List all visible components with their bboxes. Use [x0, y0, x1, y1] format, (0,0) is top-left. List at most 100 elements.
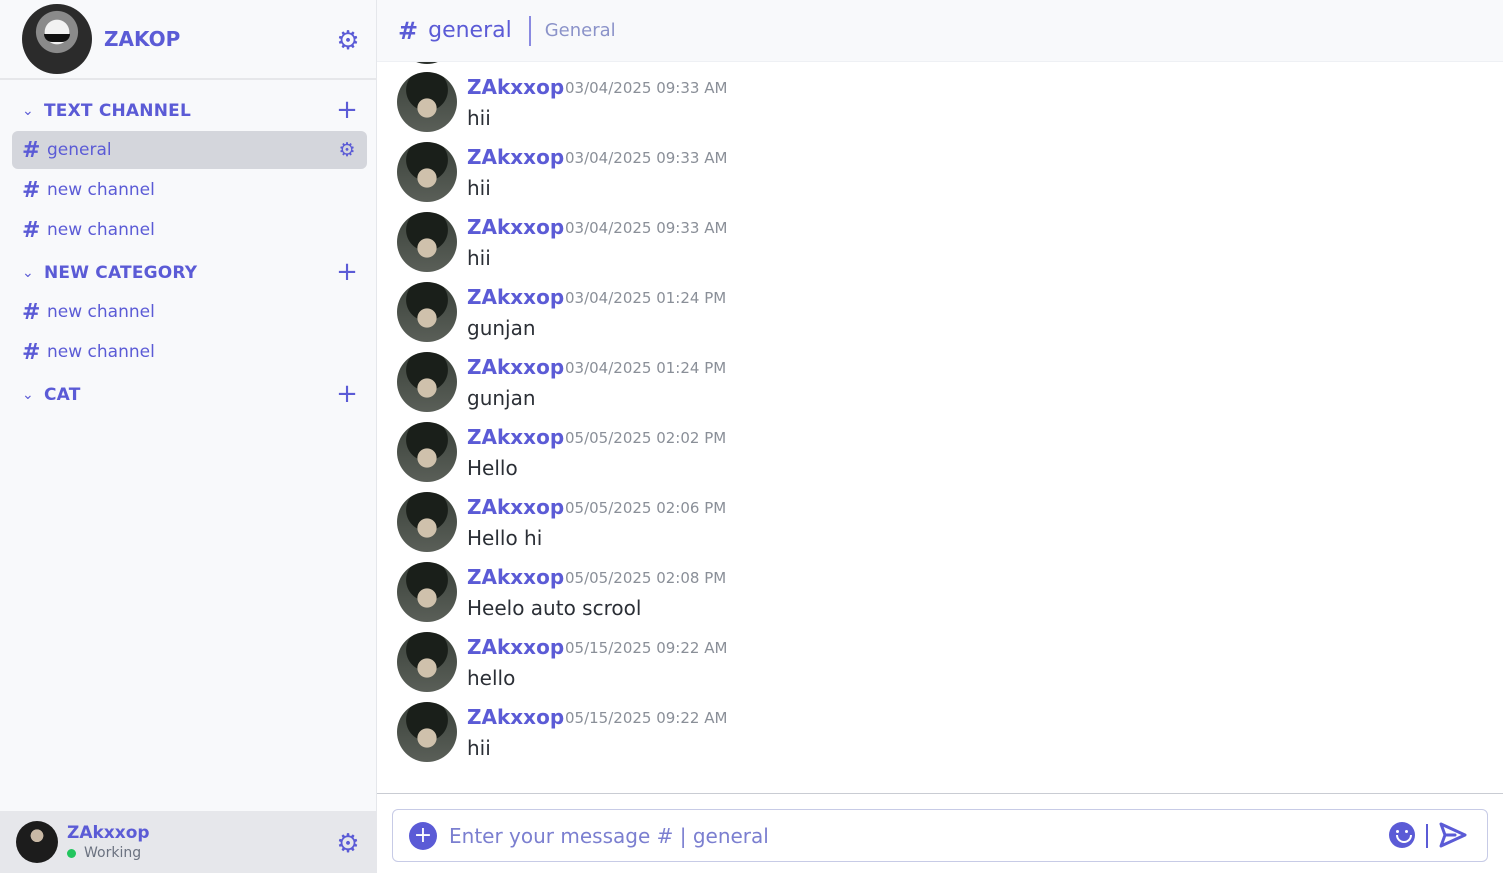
channel-label: new channel: [47, 220, 155, 240]
channel-item-new-channel[interactable]: # new channel: [12, 333, 367, 371]
message-timestamp: 05/05/2025 02:06 PM: [565, 499, 727, 517]
message-text: hii: [467, 246, 491, 270]
avatar[interactable]: [397, 492, 457, 552]
message-text: hii: [467, 176, 491, 200]
smile-icon[interactable]: [1389, 822, 1415, 848]
message-item: ZAkxxop 05/05/2025 02:06 PM Hello hi: [397, 482, 1477, 552]
channel-settings-gear-icon[interactable]: ⚙: [337, 140, 357, 160]
category-label: TEXT CHANNEL: [44, 101, 191, 121]
chevron-down-icon[interactable]: ⌄: [22, 103, 40, 119]
category-label: NEW CATEGORY: [44, 263, 198, 283]
add-channel-plus-icon[interactable]: +: [336, 380, 358, 410]
channel-item-new-channel[interactable]: # new channel: [12, 211, 367, 249]
channel-topic: General: [544, 20, 616, 41]
message-timestamp: 05/05/2025 02:08 PM: [565, 569, 727, 587]
status-dot-icon: [67, 848, 76, 858]
message-item: ZAkxxop 03/04/2025 09:33 AM hii: [397, 202, 1477, 272]
message-author[interactable]: ZAkxxop: [467, 495, 564, 519]
message-author[interactable]: ZAkxxop: [467, 425, 564, 449]
avatar[interactable]: [397, 142, 457, 202]
status-text: Working: [84, 845, 142, 861]
plus-circle-icon[interactable]: +: [409, 822, 437, 850]
message-text: Hello hi: [467, 526, 543, 550]
hash-icon: #: [22, 177, 41, 203]
message-item: ZAkxxop 05/05/2025 02:08 PM Heelo auto s…: [397, 552, 1477, 622]
sidebar: ZAKOP ⚙ ⌄ TEXT CHANNEL + # general ⚙ # n…: [0, 0, 377, 873]
message-text: Heelo auto scrool: [467, 596, 642, 620]
message-item: ZAkxxop 05/15/2025 09:22 AM hii: [397, 692, 1477, 762]
message-timestamp: 03/04/2025 01:24 PM: [565, 359, 727, 377]
message-item: ZAkxxop 03/04/2025 01:24 PM gunjan: [397, 272, 1477, 342]
hash-icon: #: [22, 217, 41, 243]
channel-label: new channel: [47, 342, 155, 362]
server-avatar[interactable]: [22, 4, 92, 74]
composer-separator: [1426, 824, 1428, 848]
avatar[interactable]: [397, 212, 457, 272]
message-timestamp: 03/04/2025 09:33 AM: [565, 79, 728, 97]
message-text: hello: [467, 666, 516, 690]
message-timestamp: 05/05/2025 02:02 PM: [565, 429, 727, 447]
message-item: ZAkxxop 05/05/2025 02:02 PM Hello: [397, 412, 1477, 482]
add-channel-plus-icon[interactable]: +: [336, 258, 358, 288]
composer-divider: [377, 793, 1503, 794]
message-item: ZAkxxop 03/04/2025 09:33 AM hii: [397, 132, 1477, 202]
chevron-down-icon[interactable]: ⌄: [22, 265, 40, 281]
avatar[interactable]: [397, 282, 457, 342]
channel-label: new channel: [47, 302, 155, 322]
user-status: Working: [67, 845, 150, 861]
message-list[interactable]: ZAkxxop 03/04/2025 09:33 AM hii ZAkxxop …: [377, 62, 1503, 793]
message-author[interactable]: ZAkxxop: [467, 215, 564, 239]
avatar[interactable]: [397, 422, 457, 482]
channel-title: general: [428, 18, 512, 43]
message-author[interactable]: ZAkxxop: [467, 565, 564, 589]
user-settings-gear-icon[interactable]: ⚙: [334, 830, 362, 858]
message-composer: +: [392, 809, 1488, 862]
message-item: ZAkxxop 05/15/2025 09:22 AM hello: [397, 622, 1477, 692]
category-text-channel[interactable]: ⌄ TEXT CHANNEL +: [22, 96, 367, 126]
message-item: ZAkxxop 03/04/2025 01:24 PM gunjan: [397, 342, 1477, 412]
message-author[interactable]: ZAkxxop: [467, 705, 564, 729]
avatar[interactable]: [397, 562, 457, 622]
category-cat[interactable]: ⌄ CAT +: [22, 380, 367, 410]
message-input[interactable]: [449, 819, 1369, 853]
hash-icon: #: [22, 137, 41, 163]
chevron-down-icon[interactable]: ⌄: [22, 387, 40, 403]
message-text: hii: [467, 736, 491, 760]
message-text: gunjan: [467, 316, 536, 340]
server-settings-gear-icon[interactable]: ⚙: [334, 27, 362, 55]
send-icon[interactable]: [1439, 822, 1467, 848]
hash-icon: #: [22, 339, 41, 365]
avatar[interactable]: [397, 72, 457, 132]
user-avatar[interactable]: [16, 821, 58, 863]
hash-icon: #: [398, 16, 419, 45]
header-divider: [528, 15, 531, 46]
channel-item-new-channel[interactable]: # new channel: [12, 293, 367, 331]
message-author[interactable]: ZAkxxop: [467, 145, 564, 169]
message-text: gunjan: [467, 386, 536, 410]
channel-item-general[interactable]: # general ⚙: [12, 131, 367, 169]
message-author[interactable]: ZAkxxop: [467, 75, 564, 99]
message-timestamp: 03/04/2025 09:33 AM: [565, 219, 728, 237]
avatar[interactable]: [397, 632, 457, 692]
avatar[interactable]: [397, 702, 457, 762]
message-timestamp: 05/15/2025 09:22 AM: [565, 709, 728, 727]
chat-main: # general General ZAkxxop 03/04/2025 09:…: [377, 0, 1503, 873]
hash-icon: #: [22, 299, 41, 325]
avatar[interactable]: [397, 352, 457, 412]
category-label: CAT: [44, 385, 81, 405]
message-text: Hello: [467, 456, 518, 480]
add-channel-plus-icon[interactable]: +: [336, 96, 358, 126]
server-name[interactable]: ZAKOP: [104, 27, 180, 51]
user-info: ZAkxxop Working: [67, 823, 150, 861]
message-item: ZAkxxop 03/04/2025 09:33 AM hii: [397, 62, 1477, 132]
message-timestamp: 03/04/2025 09:33 AM: [565, 149, 728, 167]
channel-label: general: [47, 140, 112, 160]
message-author[interactable]: ZAkxxop: [467, 355, 564, 379]
user-panel: ZAkxxop Working ⚙: [0, 811, 377, 873]
channel-label: new channel: [47, 180, 155, 200]
chat-header: # general General: [377, 0, 1503, 62]
message-author[interactable]: ZAkxxop: [467, 635, 564, 659]
message-author[interactable]: ZAkxxop: [467, 285, 564, 309]
channel-item-new-channel[interactable]: # new channel: [12, 171, 367, 209]
category-new-category[interactable]: ⌄ NEW CATEGORY +: [22, 258, 367, 288]
